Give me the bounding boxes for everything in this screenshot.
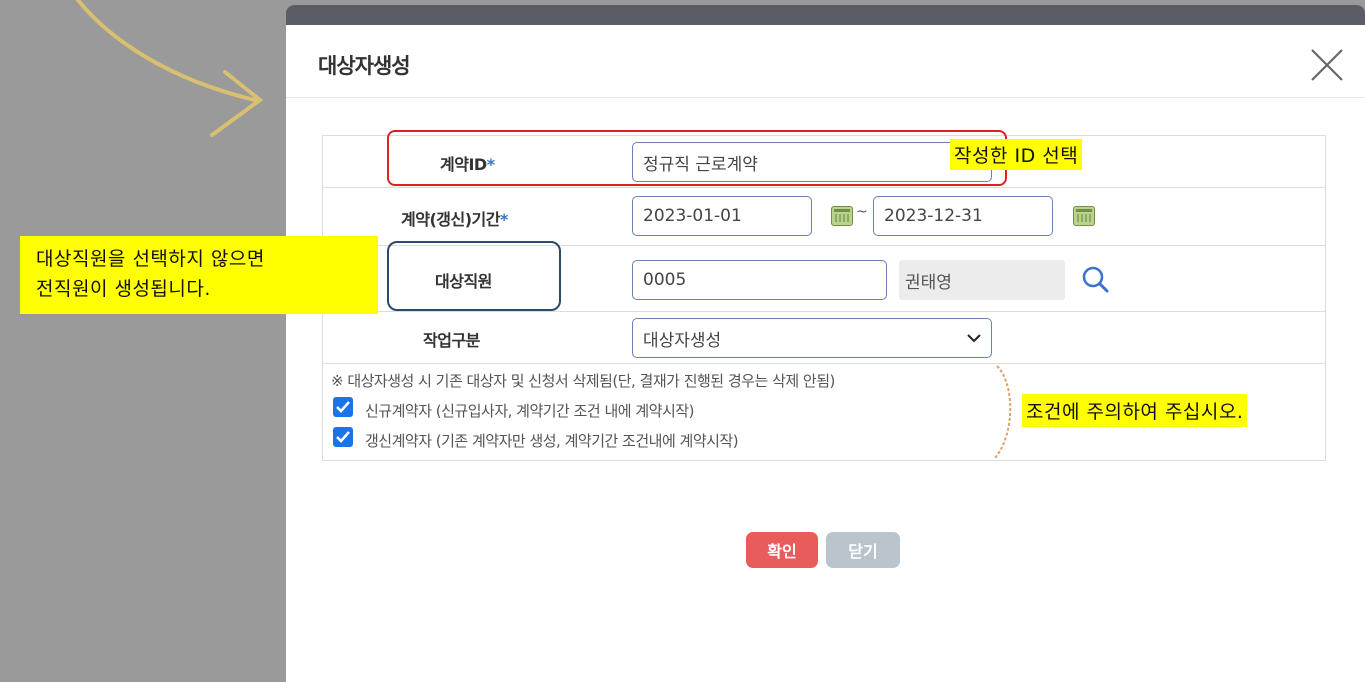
id-select-annotation: 작성한 ID 선택 [950, 139, 1083, 170]
employee-annotation: 대상직원을 선택하지 않으면 전직원이 생성됩니다. [20, 236, 378, 314]
new-contract-checkbox[interactable] [333, 397, 353, 417]
period-label: 계약(갱신)기간* [401, 210, 508, 229]
row-period: 계약(갱신)기간* 2023-01-01 ~ 2023-12-31 [323, 188, 1325, 246]
condition-annotation: 조건에 주의하여 주십시오. [1022, 394, 1248, 427]
work-type-value: 대상자생성 [643, 330, 722, 351]
start-date-input[interactable]: 2023-01-01 [632, 196, 812, 236]
start-calendar-icon[interactable] [831, 206, 853, 226]
employee-code-value: 0005 [643, 270, 687, 290]
renew-contract-label: 갱신계약자 (기존 계약자만 생성, 계약기간 조건내에 계약시작) [365, 432, 739, 450]
work-type-label: 작업구분 [423, 331, 480, 350]
renew-contract-checkbox[interactable] [333, 427, 353, 447]
create-target-dialog: 대상자생성 계약ID* 정규직 근로계약 계약(갱신)기간* 2023-01-0… [286, 5, 1365, 682]
annotation-bracket-icon [994, 365, 1012, 459]
end-date-input[interactable]: 2023-12-31 [873, 196, 1053, 236]
end-calendar-icon[interactable] [1073, 206, 1095, 226]
employee-highlight [387, 241, 561, 311]
search-icon[interactable] [1080, 264, 1112, 296]
contract-id-highlight [387, 130, 1007, 186]
work-type-select[interactable]: 대상자생성 [632, 318, 992, 358]
employee-name-display: 권태영 [899, 260, 1065, 300]
employee-annotation-line2: 전직원이 생성됩니다. [36, 278, 211, 300]
employee-annotation-line1: 대상직원을 선택하지 않으면 [36, 248, 265, 270]
employee-name-value: 권태영 [905, 272, 952, 293]
new-contract-label: 신규계약자 (신규입사자, 계약기간 조건 내에 계약시작) [365, 402, 694, 420]
dialog-top-bar [286, 5, 1365, 25]
row-work-type: 작업구분 대상자생성 [323, 312, 1325, 364]
close-icon[interactable] [1309, 47, 1345, 83]
employee-code-input[interactable]: 0005 [632, 260, 887, 300]
dialog-header: 대상자생성 [286, 25, 1365, 98]
checkmark-icon [336, 401, 350, 413]
checkmark-icon [336, 431, 350, 443]
delete-notice: ※ 대상자생성 시 기존 대상자 및 신청서 삭제됨(단, 결재가 진행된 경우… [331, 372, 835, 390]
confirm-button[interactable]: 확인 [746, 532, 818, 568]
start-date-value: 2023-01-01 [643, 206, 742, 226]
close-button[interactable]: 닫기 [826, 532, 900, 568]
annotation-arrow-icon [76, 0, 264, 137]
chevron-down-icon [967, 334, 981, 343]
date-separator: ~ [856, 204, 868, 220]
end-date-value: 2023-12-31 [884, 206, 983, 226]
dialog-title: 대상자생성 [318, 54, 411, 78]
